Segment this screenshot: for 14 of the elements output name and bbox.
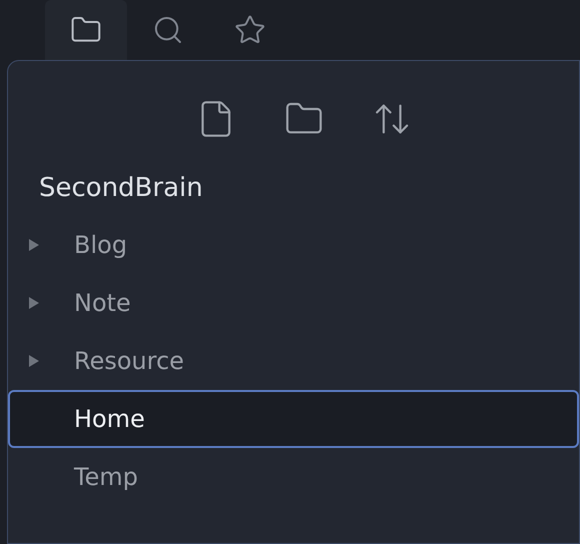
sidebar-tab[interactable] (45, 0, 127, 60)
file-item[interactable]: Temp (8, 448, 579, 506)
item-label: Note (74, 288, 131, 319)
search-icon (152, 14, 184, 46)
item-label: Temp (74, 462, 138, 493)
file-item[interactable]: Home (8, 390, 579, 448)
folder-item[interactable]: Note (8, 274, 579, 332)
star-icon (234, 14, 266, 46)
folder-item[interactable]: Resource (8, 332, 579, 390)
item-label: Blog (74, 230, 128, 261)
folder-item[interactable]: Blog (8, 216, 579, 274)
item-label: Home (74, 404, 145, 435)
vault-name: SecondBrain (39, 173, 203, 203)
item-label: Resource (74, 346, 184, 377)
